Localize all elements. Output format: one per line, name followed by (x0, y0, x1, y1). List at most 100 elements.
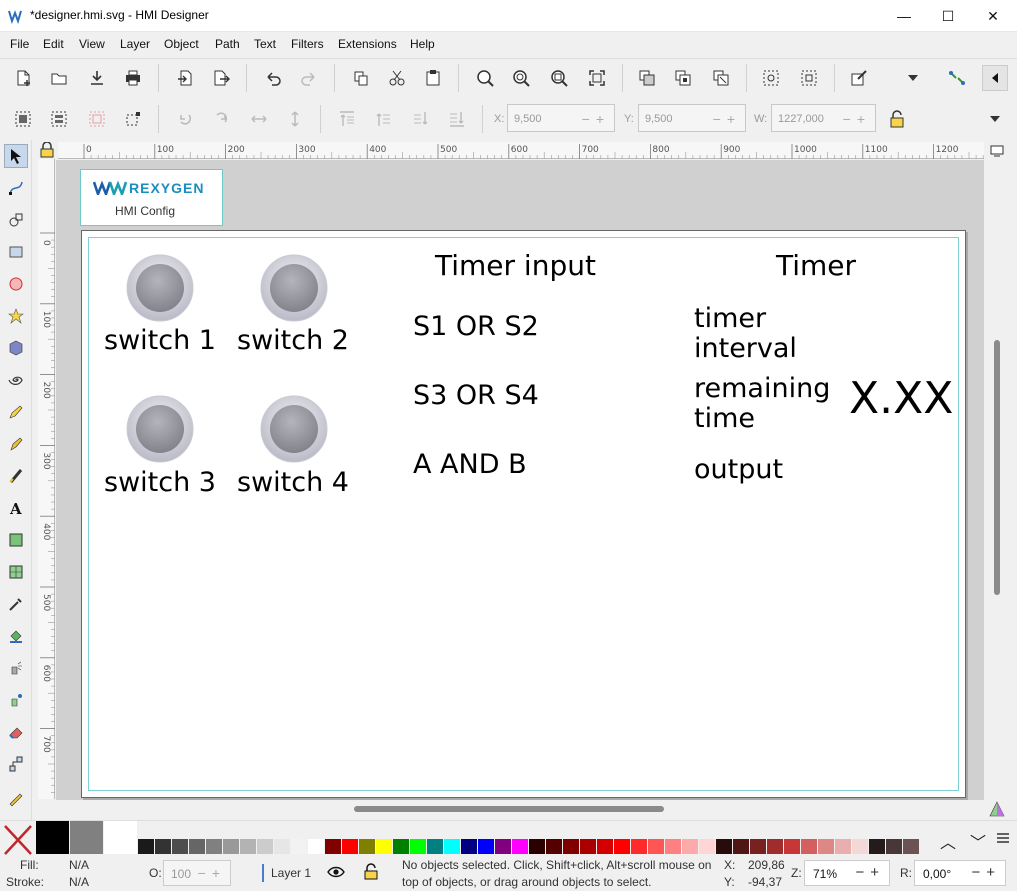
color-swatch[interactable] (903, 839, 919, 854)
color-swatch[interactable] (835, 839, 851, 854)
color-swatch[interactable] (70, 821, 103, 854)
color-swatch[interactable] (495, 839, 511, 854)
x-stepper-icon[interactable]: −+ (582, 111, 610, 127)
color-swatch[interactable] (597, 839, 613, 854)
color-swatch[interactable] (580, 839, 596, 854)
remaining-time-value[interactable]: X.XX (849, 373, 953, 424)
color-swatch[interactable] (291, 839, 307, 854)
color-swatch[interactable] (665, 839, 681, 854)
switch-3-button[interactable] (125, 395, 195, 465)
xml-editor-icon[interactable] (944, 65, 970, 91)
color-swatch[interactable] (461, 839, 477, 854)
switch-4-button[interactable] (259, 395, 329, 465)
invert-selection-icon[interactable] (84, 106, 110, 132)
rotation-field[interactable]: 0,00° −+ (914, 860, 1006, 886)
duplicate-icon[interactable] (634, 65, 660, 91)
palette-menu-icon[interactable] (996, 831, 1010, 847)
opacity-field[interactable]: 100 −+ (163, 860, 231, 886)
color-swatch[interactable] (257, 839, 273, 854)
export-icon[interactable] (208, 65, 234, 91)
color-swatch[interactable] (529, 839, 545, 854)
zoom-stepper-icon[interactable]: −+ (855, 864, 885, 881)
minimize-button[interactable]: — (881, 0, 927, 32)
horizontal-scrollbar[interactable] (56, 800, 984, 818)
chevron-down-icon[interactable] (982, 106, 1008, 132)
menu-object[interactable]: Object (164, 37, 199, 51)
color-swatch[interactable] (410, 839, 426, 854)
color-swatch[interactable] (223, 839, 239, 854)
paint-bucket-tool-icon[interactable] (4, 624, 28, 648)
rexygen-logo-panel[interactable]: REXYGEN HMI Config (80, 169, 223, 226)
cut-icon[interactable] (384, 65, 410, 91)
layer-name[interactable]: Layer 1 (271, 866, 311, 880)
text-tool-icon[interactable]: A (4, 496, 28, 520)
spray-tool-icon[interactable] (4, 656, 28, 680)
selector-tool-icon[interactable] (4, 144, 28, 168)
color-swatch[interactable] (274, 839, 290, 854)
print-icon[interactable] (120, 65, 146, 91)
connector-tool-icon[interactable] (4, 752, 28, 776)
open-icon[interactable] (46, 65, 72, 91)
menu-extensions[interactable]: Extensions (338, 37, 397, 51)
color-swatch[interactable] (886, 839, 902, 854)
color-swatch[interactable] (750, 839, 766, 854)
flip-vertical-icon[interactable] (282, 106, 308, 132)
palette-scroll-up-icon[interactable]: ︿ (940, 829, 956, 853)
select-all-icon[interactable] (10, 106, 36, 132)
layer-visibility-icon[interactable] (327, 865, 345, 879)
zoom-page-icon[interactable] (546, 65, 572, 91)
horizontal-ruler[interactable]: 0 100 200 300 400 500 600 700 800 900 1000 1100 1200 (58, 142, 984, 159)
zoom-field[interactable]: 71% −+ (804, 860, 890, 886)
pen-tool-icon[interactable] (4, 432, 28, 456)
select-all-layers-icon[interactable] (46, 106, 72, 132)
lock-ratio-icon[interactable] (884, 106, 910, 132)
spray-select-tool-icon[interactable] (4, 688, 28, 712)
switch-1-button[interactable] (125, 254, 195, 324)
color-swatch[interactable] (614, 839, 630, 854)
horizontal-scroll-thumb[interactable] (354, 806, 664, 812)
display-mode-icon[interactable] (986, 142, 1008, 159)
menu-edit[interactable]: Edit (43, 37, 64, 51)
layer-lock-icon[interactable] (364, 863, 378, 880)
color-manage-icon[interactable] (988, 800, 1008, 818)
color-swatch[interactable] (240, 839, 256, 854)
rectangle-tool-icon[interactable] (4, 240, 28, 264)
color-swatch[interactable] (682, 839, 698, 854)
color-swatch[interactable] (155, 839, 171, 854)
rotate-cw-icon[interactable] (208, 106, 234, 132)
color-swatch[interactable] (427, 839, 443, 854)
close-button[interactable]: ✕ (970, 0, 1016, 32)
copy-icon[interactable] (348, 65, 374, 91)
color-swatch[interactable] (869, 839, 885, 854)
zoom-fit-icon[interactable] (584, 65, 610, 91)
menu-text[interactable]: Text (254, 37, 276, 51)
star-tool-icon[interactable] (4, 304, 28, 328)
color-swatch[interactable] (36, 821, 69, 854)
color-swatch[interactable] (818, 839, 834, 854)
3d-box-tool-icon[interactable] (4, 336, 28, 360)
no-paint-icon[interactable] (3, 824, 33, 856)
dropper-tool-icon[interactable] (4, 592, 28, 616)
undo-icon[interactable] (260, 65, 286, 91)
fill-stroke-icon[interactable] (846, 65, 872, 91)
panel-toggle-icon[interactable] (982, 65, 1008, 91)
maximize-button[interactable]: ☐ (925, 0, 971, 32)
color-swatch[interactable] (733, 839, 749, 854)
lower-bottom-icon[interactable] (444, 106, 470, 132)
lower-icon[interactable] (408, 106, 434, 132)
paste-icon[interactable] (420, 65, 446, 91)
color-swatch[interactable] (444, 839, 460, 854)
color-swatch[interactable] (699, 839, 715, 854)
w-stepper-icon[interactable]: −+ (843, 111, 871, 127)
color-swatch[interactable] (801, 839, 817, 854)
palette-scroll-down-icon[interactable]: ﹀ (970, 829, 986, 853)
menu-layer[interactable]: Layer (120, 37, 150, 51)
color-swatch[interactable] (342, 839, 358, 854)
node-tool-icon[interactable] (4, 176, 28, 200)
tweak-tool-icon[interactable] (4, 208, 28, 232)
ellipse-tool-icon[interactable] (4, 272, 28, 296)
color-swatch[interactable] (376, 839, 392, 854)
chevron-down-icon[interactable] (900, 65, 926, 91)
color-swatch[interactable] (546, 839, 562, 854)
color-swatch[interactable] (512, 839, 528, 854)
